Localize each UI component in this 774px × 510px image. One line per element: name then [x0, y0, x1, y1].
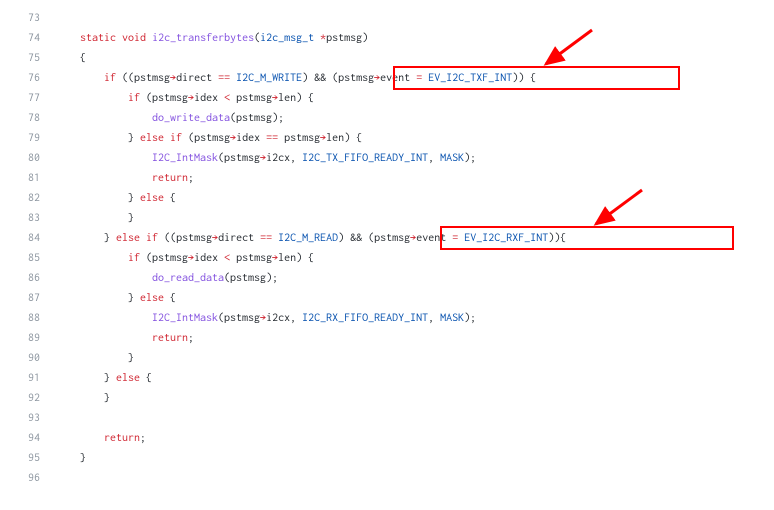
code-line: 90 }	[0, 348, 774, 368]
code-line: 89 return;	[0, 328, 774, 348]
line-number: 76	[0, 68, 56, 88]
line-number: 83	[0, 208, 56, 228]
code-line: 84 } else if ((pstmsg→direct == I2C_M_RE…	[0, 228, 774, 248]
line-number: 87	[0, 288, 56, 308]
line-number: 88	[0, 308, 56, 328]
line-number: 89	[0, 328, 56, 348]
line-number: 92	[0, 388, 56, 408]
code-line: 96	[0, 468, 774, 488]
line-number: 84	[0, 228, 56, 248]
code-line: 77 if (pstmsg→idex < pstmsg→len) {	[0, 88, 774, 108]
code-line: 91 } else {	[0, 368, 774, 388]
code-line: 74 static void i2c_transferbytes(i2c_msg…	[0, 28, 774, 48]
line-number: 75	[0, 48, 56, 68]
code-line: 92 }	[0, 388, 774, 408]
line-number: 93	[0, 408, 56, 428]
line-number: 73	[0, 8, 56, 28]
code-line: 87 } else {	[0, 288, 774, 308]
code-line: 94 return;	[0, 428, 774, 448]
code-line: 78 do_write_data(pstmsg);	[0, 108, 774, 128]
code-line: 95 }	[0, 448, 774, 468]
line-number: 82	[0, 188, 56, 208]
code-line: 73	[0, 8, 774, 28]
code-line: 82 } else {	[0, 188, 774, 208]
line-number: 79	[0, 128, 56, 148]
line-number: 96	[0, 468, 56, 488]
code-line: 75 {	[0, 48, 774, 68]
line-number: 95	[0, 448, 56, 468]
code-line: 88 I2C_IntMask(pstmsg→i2cx, I2C_RX_FIFO_…	[0, 308, 774, 328]
line-number: 94	[0, 428, 56, 448]
code-line: 79 } else if (pstmsg→idex == pstmsg→len)…	[0, 128, 774, 148]
code-line: 83 }	[0, 208, 774, 228]
line-number: 78	[0, 108, 56, 128]
line-number: 85	[0, 248, 56, 268]
code-line: 93	[0, 408, 774, 428]
line-number: 80	[0, 148, 56, 168]
code-line: 81 return;	[0, 168, 774, 188]
code-block: 73 74 static void i2c_transferbytes(i2c_…	[0, 8, 774, 488]
line-number: 74	[0, 28, 56, 48]
line-number: 91	[0, 368, 56, 388]
line-number: 86	[0, 268, 56, 288]
code-line: 85 if (pstmsg→idex < pstmsg→len) {	[0, 248, 774, 268]
line-number: 81	[0, 168, 56, 188]
code-line: 76 if ((pstmsg→direct == I2C_M_WRITE) &&…	[0, 68, 774, 88]
line-number: 90	[0, 348, 56, 368]
code-line: 80 I2C_IntMask(pstmsg→i2cx, I2C_TX_FIFO_…	[0, 148, 774, 168]
code-line: 86 do_read_data(pstmsg);	[0, 268, 774, 288]
line-number: 77	[0, 88, 56, 108]
